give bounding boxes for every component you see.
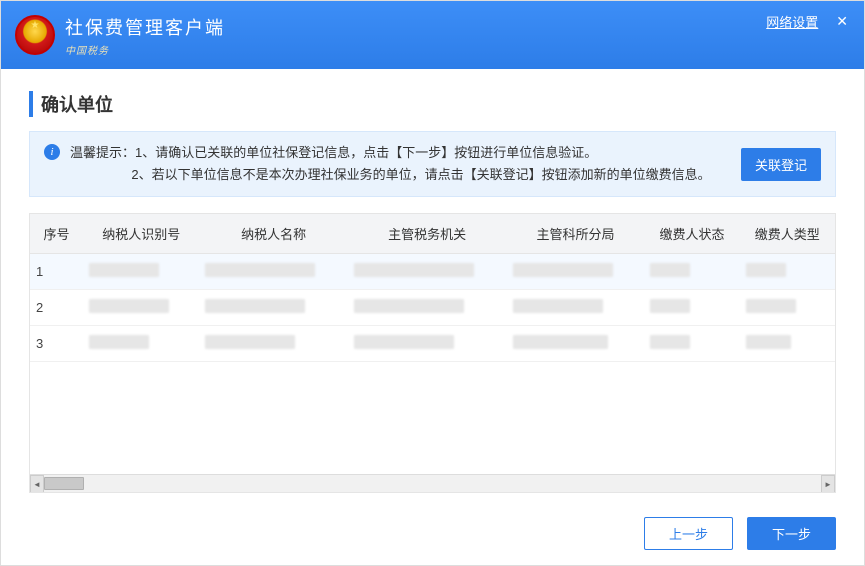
cell-redacted [348, 326, 507, 362]
hint-label: 温馨提示： [70, 145, 135, 160]
horizontal-scrollbar[interactable]: ◄ ► [30, 474, 835, 492]
cell-redacted [83, 326, 200, 362]
col-header-authority: 主管税务机关 [348, 214, 507, 254]
col-header-branch: 主管科所分局 [507, 214, 645, 254]
cell-redacted [507, 290, 645, 326]
app-title: 社保费管理客户端 [65, 14, 225, 40]
col-header-name: 纳税人名称 [199, 214, 347, 254]
cell-redacted [507, 254, 645, 290]
close-icon[interactable]: ✕ [832, 11, 852, 32]
cell-redacted [644, 254, 739, 290]
scroll-right-icon[interactable]: ► [821, 475, 835, 493]
unit-table: 序号 纳税人识别号 纳税人名称 主管税务机关 主管科所分局 缴费人状态 缴费人类… [30, 214, 835, 362]
hint-line-1: 1、请确认已关联的单位社保登记信息，点击【下一步】按钮进行单位信息验证。 [135, 145, 597, 160]
hint-text: 温馨提示：1、请确认已关联的单位社保登记信息，点击【下一步】按钮进行单位信息验证… [70, 142, 731, 186]
tax-emblem-icon [15, 15, 55, 55]
cell-redacted [199, 326, 347, 362]
cell-redacted [348, 254, 507, 290]
cell-redacted [644, 290, 739, 326]
table-row[interactable]: 3 [30, 326, 835, 362]
table-row[interactable]: 1 [30, 254, 835, 290]
col-header-status: 缴费人状态 [644, 214, 739, 254]
col-header-type: 缴费人类型 [740, 214, 835, 254]
section-title: 确认单位 [29, 91, 836, 117]
link-register-button[interactable]: 关联登记 [741, 148, 821, 181]
scroll-thumb[interactable] [44, 477, 84, 490]
table-scroll[interactable]: 序号 纳税人识别号 纳税人名称 主管税务机关 主管科所分局 缴费人状态 缴费人类… [30, 214, 835, 474]
hint-panel: i 温馨提示：1、请确认已关联的单位社保登记信息，点击【下一步】按钮进行单位信息… [29, 131, 836, 197]
network-settings-link[interactable]: 网络设置 [766, 12, 818, 31]
cell-redacted [83, 254, 200, 290]
logo-block: 社保费管理客户端 中国税务 [15, 14, 225, 57]
col-header-taxid: 纳税人识别号 [83, 214, 200, 254]
cell-redacted [507, 326, 645, 362]
sub-brand: 中国税务 [65, 42, 225, 57]
cell-redacted [348, 290, 507, 326]
scroll-left-icon[interactable]: ◄ [30, 475, 44, 493]
cell-redacted [740, 290, 835, 326]
cell-redacted [740, 254, 835, 290]
cell-seq: 2 [30, 290, 83, 326]
cell-redacted [740, 326, 835, 362]
hint-line-2: 2、若以下单位信息不是本次办理社保业务的单位，请点击【关联登记】按钮添加新的单位… [131, 167, 710, 182]
prev-button[interactable]: 上一步 [644, 517, 733, 550]
title-bar: 社保费管理客户端 中国税务 网络设置 ✕ [1, 1, 864, 69]
next-button[interactable]: 下一步 [747, 517, 836, 550]
col-header-seq: 序号 [30, 214, 83, 254]
info-icon: i [44, 144, 60, 160]
footer-bar: 上一步 下一步 [1, 503, 864, 564]
cell-redacted [199, 254, 347, 290]
cell-redacted [199, 290, 347, 326]
cell-redacted [644, 326, 739, 362]
cell-seq: 1 [30, 254, 83, 290]
cell-seq: 3 [30, 326, 83, 362]
cell-redacted [83, 290, 200, 326]
table-row[interactable]: 2 [30, 290, 835, 326]
unit-table-container: 序号 纳税人识别号 纳税人名称 主管税务机关 主管科所分局 缴费人状态 缴费人类… [29, 213, 836, 493]
